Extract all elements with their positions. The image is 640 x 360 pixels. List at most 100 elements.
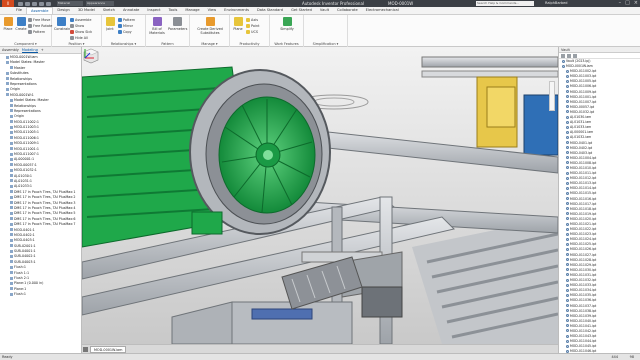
browser-node-label: Flush 2:1 xyxy=(14,276,30,281)
ribbon-tab-tools[interactable]: Tools xyxy=(165,7,182,14)
browser-tab-modeling[interactable]: Modeling xyxy=(21,48,38,53)
part-icon xyxy=(10,136,13,140)
ribbon-tab-3d-model[interactable]: 3D Model xyxy=(74,7,99,14)
copy-button[interactable]: Copy xyxy=(118,30,132,34)
part-icon xyxy=(10,233,13,237)
model-render[interactable] xyxy=(82,47,558,344)
vault-file-label: MOD-011036.ipt xyxy=(570,298,597,303)
ribbon-tab-file[interactable]: File xyxy=(12,7,26,14)
ribbon-tab-assemble[interactable]: Assemble xyxy=(26,7,54,14)
vault-file-label: AJ-01033.iam xyxy=(570,125,592,130)
home-icon[interactable] xyxy=(83,347,88,352)
vault-file-label: MOD-0001W.iam xyxy=(566,64,593,69)
panel-title-relationships[interactable]: Relationships ▾ xyxy=(102,42,145,46)
browser-node[interactable]: DMS 17 in Pouch Tires, TAI PlusMax:7 xyxy=(0,222,81,227)
panel-relationships: Joint Pattern Mirror Copy Relationships … xyxy=(102,15,146,47)
vault-status-icon xyxy=(566,120,569,124)
panel-title-manage[interactable]: Manage ▾ xyxy=(190,42,229,46)
plane-icon xyxy=(233,17,243,26)
maximize-icon[interactable]: □ xyxy=(625,0,630,6)
search-icon[interactable] xyxy=(567,53,571,58)
panel-component: Place Create Free Move Free Rotate Patte… xyxy=(0,15,52,47)
browser-node-label: MOD-011007:1 xyxy=(14,152,39,157)
user-name[interactable]: RalphBarbed xyxy=(545,1,568,5)
new-icon[interactable] xyxy=(18,1,23,6)
ribbon-tab-annotate[interactable]: Annotate xyxy=(119,7,143,14)
ribbon-tab-design[interactable]: Design xyxy=(53,7,73,14)
parameters-label: Parameters xyxy=(168,27,188,31)
bom-button[interactable]: Bill of Materials xyxy=(148,17,166,35)
ucs-icon xyxy=(246,30,250,34)
ribbon-tab-sketch[interactable]: Sketch xyxy=(99,7,119,14)
vault-status-icon xyxy=(566,207,569,211)
vault-file-label: MOD-011001.ipt xyxy=(570,94,597,99)
ribbon-tab-get-started[interactable]: Get Started xyxy=(287,7,316,14)
simplify-button[interactable]: Simplify xyxy=(280,17,294,31)
mirror-button[interactable]: Mirror xyxy=(118,24,133,28)
ucs-button[interactable]: UCS xyxy=(246,30,258,34)
close-icon[interactable]: × xyxy=(634,0,638,6)
redo-icon[interactable] xyxy=(46,1,51,6)
ribbon-tab-collaborate[interactable]: Collaborate xyxy=(333,7,362,14)
bill-of-materials-icon xyxy=(152,17,162,26)
pattern-component-button[interactable]: Pattern xyxy=(28,30,45,34)
browser-node[interactable]: Flush:1 xyxy=(0,292,81,297)
point-button[interactable]: Point xyxy=(246,24,259,28)
vault-file-label: MOD-011012.ipt xyxy=(570,176,597,181)
panel-pattern: Bill of Materials Parameters Pattern xyxy=(146,15,190,47)
free-rotate-button[interactable]: Free Rotate xyxy=(28,24,52,28)
undo-icon[interactable] xyxy=(39,1,44,6)
open-icon[interactable] xyxy=(25,1,30,6)
vault-file-label: MOD-01032.ipt xyxy=(570,109,595,114)
filter-icon[interactable] xyxy=(573,53,577,58)
constrain-button[interactable]: Constrain xyxy=(54,17,70,31)
vault-file-label: MOD-011022.ipt xyxy=(570,227,597,232)
minimize-icon[interactable]: – xyxy=(619,0,622,6)
save-icon[interactable] xyxy=(32,1,37,6)
create-button[interactable]: Create xyxy=(15,17,27,31)
material-combo[interactable]: Material xyxy=(57,1,83,6)
app-logo[interactable]: I xyxy=(2,0,14,7)
ribbon-tab-vault[interactable]: Vault xyxy=(316,7,333,14)
panel-title-component[interactable]: Component ▾ xyxy=(0,42,51,46)
show-sick-icon xyxy=(70,30,74,34)
browser-tab-assembly[interactable]: Assembly xyxy=(2,48,19,52)
hide-all-button[interactable]: Hide All xyxy=(70,36,88,40)
joint-button[interactable]: Joint xyxy=(104,17,116,31)
browser-add-icon[interactable]: + xyxy=(41,48,44,52)
search-input[interactable]: Search Help & Commands... xyxy=(476,1,534,6)
appearance-combo[interactable]: Appearance xyxy=(86,1,114,6)
pattern-button[interactable]: Pattern xyxy=(118,18,135,22)
browser-node-label: AJ-01033:1 xyxy=(14,184,32,189)
place-button[interactable]: Place xyxy=(2,17,14,31)
vault-file-label: MOD-011024.ipt xyxy=(570,237,597,242)
mirror-label: Mirror xyxy=(123,24,133,28)
green-motor[interactable] xyxy=(82,66,331,248)
axis-button[interactable]: Axis xyxy=(246,18,258,22)
free-move-button[interactable]: Free Move xyxy=(28,18,50,22)
plane-button[interactable]: Plane xyxy=(232,17,244,31)
show-sick-button[interactable]: Show Sick xyxy=(70,30,92,34)
create-derived-substitutes-button[interactable]: Create Derived Substitutes xyxy=(192,17,228,35)
ribbon-tab-environments[interactable]: Environments xyxy=(220,7,253,14)
panel-title-simplification[interactable]: Simplification ▾ xyxy=(304,42,347,46)
assemble-button[interactable]: Assemble xyxy=(70,18,91,22)
ribbon-tab-manage[interactable]: Manage xyxy=(181,7,203,14)
show-button[interactable]: Show xyxy=(70,24,84,28)
axis-label: Axis xyxy=(251,18,259,22)
ribbon-tab-data-standard[interactable]: Data Standard xyxy=(253,7,287,14)
ribbon-tab-view[interactable]: View xyxy=(204,7,221,14)
vault-status-icon xyxy=(566,314,569,318)
navigation-bar[interactable] xyxy=(549,81,555,111)
panel-title-position[interactable]: Position ▾ xyxy=(52,42,101,46)
status-text: Ready xyxy=(2,355,13,359)
ribbon-tab-inspect[interactable]: Inspect xyxy=(143,7,164,14)
ribbon-tab-electromechanical[interactable]: Electromechanical xyxy=(362,7,403,14)
graphics-viewport[interactable] xyxy=(82,47,558,344)
model-tree: MOD-0001W.iam Model States: Master Master S… xyxy=(0,54,81,298)
refresh-icon[interactable] xyxy=(561,53,565,58)
ucs-label: UCS xyxy=(251,30,259,34)
parameters-button[interactable]: Parameters xyxy=(168,17,188,31)
browser-node-label: MOD-011006:1 xyxy=(14,135,39,140)
document-tab[interactable]: MOD-0001W.iam xyxy=(90,346,127,353)
